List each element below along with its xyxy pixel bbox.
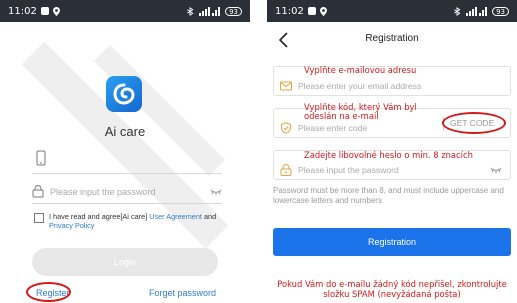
password-placeholder: Please input the password	[298, 165, 399, 175]
agreement-text: I have read and agree[Ai care] User Agre…	[49, 212, 230, 230]
annotation-password: Zadejte libovolné heslo o min. 8 znacích	[304, 150, 473, 160]
shield-icon	[281, 122, 291, 134]
status-time: 11:02	[8, 5, 37, 17]
annotation-code: Vyplňte kód, který Vám byl odeslán na e-…	[304, 102, 417, 121]
login-screen: 11:02 93 Ai care Please input the passwo…	[0, 0, 250, 303]
agreement-row: I have read and agree[Ai care] User Agre…	[34, 212, 230, 230]
bluetooth-icon	[187, 6, 194, 16]
lock-icon	[280, 164, 292, 176]
eye-closed-icon[interactable]	[490, 167, 502, 173]
battery-icon: 93	[225, 6, 242, 16]
location-icon	[52, 6, 60, 16]
get-code-highlight-ellipse	[442, 112, 506, 134]
registration-header: Registration	[267, 22, 517, 58]
notification-icon	[307, 7, 316, 15]
annotation-spam-note: Pokud Vám do e-mailu žádný kód nepřišel,…	[277, 279, 507, 299]
status-bar: 11:02 93	[267, 0, 517, 22]
battery-icon: 93	[492, 6, 509, 16]
signal-icon	[466, 6, 488, 16]
status-bar: 11:02 93	[0, 0, 250, 22]
registration-screen: 11:02 93 Registration Please enter your …	[267, 0, 517, 303]
code-placeholder: Please enter code	[298, 123, 368, 133]
login-button[interactable]: Login	[32, 248, 218, 276]
annotation-email: Vyplňte e-mailovou adresu	[304, 65, 417, 75]
lock-icon	[32, 185, 44, 198]
account-field[interactable]	[32, 148, 222, 174]
notification-icon	[40, 7, 49, 15]
privacy-policy-link[interactable]: Privacy Policy	[49, 221, 94, 230]
email-placeholder: Please enter your email address	[298, 81, 422, 91]
signal-icon	[199, 6, 221, 16]
app-name: Ai care	[104, 124, 146, 139]
mail-icon	[280, 81, 292, 91]
password-placeholder: Please input the password	[50, 186, 156, 197]
bluetooth-icon	[454, 6, 461, 16]
user-agreement-link[interactable]: User Agreement	[149, 212, 202, 221]
agreement-checkbox[interactable]	[34, 213, 44, 223]
phone-icon	[36, 150, 46, 166]
agreement-prefix: I have read and agree[Ai care]	[49, 212, 150, 221]
password-hint: Password must be more than 8, and must i…	[273, 186, 504, 205]
app-logo-icon	[106, 76, 142, 112]
location-icon	[319, 6, 327, 16]
password-field[interactable]: Please input the password	[32, 180, 222, 204]
registration-button[interactable]: Registration	[273, 228, 511, 256]
status-time: 11:02	[275, 5, 304, 17]
register-highlight-ellipse	[26, 282, 71, 302]
page-title: Registration	[365, 33, 419, 44]
forgot-password-link[interactable]: Forget password	[149, 288, 216, 298]
agreement-and: and	[201, 212, 217, 221]
eye-closed-icon[interactable]	[210, 189, 222, 195]
